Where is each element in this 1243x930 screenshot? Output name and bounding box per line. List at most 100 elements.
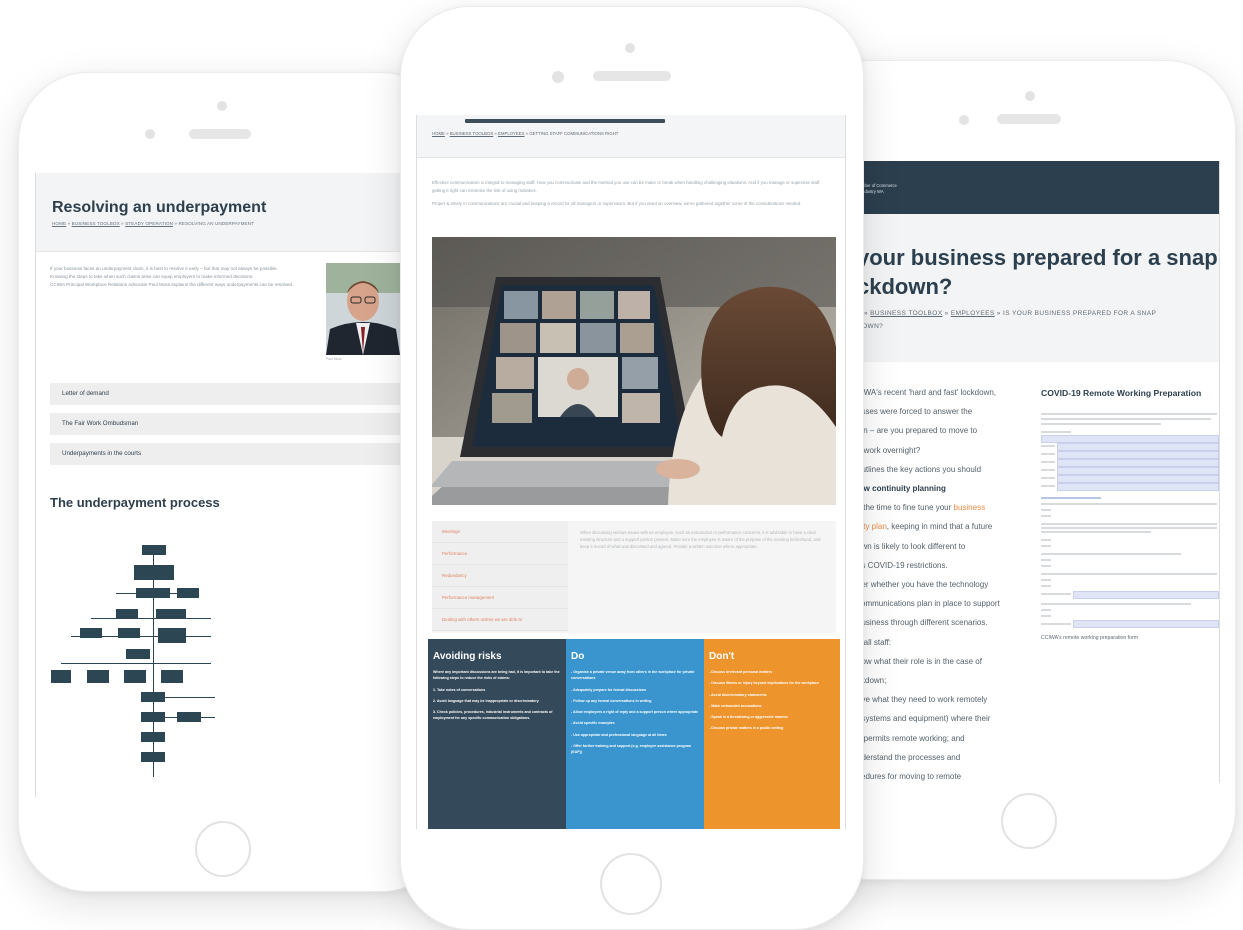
column-item: Where any important discussions are bein… <box>433 670 560 681</box>
article-line: s the time to fine tune your business <box>857 503 986 513</box>
article-line: e all staff: <box>857 637 892 647</box>
site-logo[interactable]: ...ber of Commerce ...dustry WA <box>861 183 897 195</box>
flowchart-node <box>118 628 140 638</box>
speaker-grille <box>189 129 251 139</box>
article-body: g WA's recent 'hard and fast' lockdown, e… <box>857 383 1025 783</box>
guidance-column-do: Do - Organise a private venue away from o… <box>566 639 704 829</box>
article-line: ion – are you prepared to move to <box>857 426 978 436</box>
flowchart-node <box>161 670 183 683</box>
section-heading: The underpayment process <box>50 495 220 510</box>
breadcrumb-current: » IS YOUR BUSINESS PREPARED FOR A SNAP <box>994 310 1157 317</box>
screen-underpayment-page: Resolving an underpayment HOME » BUSINES… <box>35 173 432 797</box>
column-heading: Don't <box>709 651 735 662</box>
tab-content: When discussing serious issues with an e… <box>580 530 821 549</box>
column-text: - Organise a private venue away from oth… <box>571 669 699 761</box>
flowchart-node <box>134 565 174 580</box>
page-title: Resolving an underpayment <box>52 199 267 216</box>
camera-dot <box>1025 91 1035 101</box>
column-item: 2. Avoid language that may be inappropri… <box>433 698 539 703</box>
accordion-item-fair-work-ombudsman[interactable]: The Fair Work Ombudsman <box>50 413 430 435</box>
flowchart-node <box>177 712 201 722</box>
tab-performance-management[interactable]: Performance management <box>432 587 568 609</box>
flowchart-node <box>156 609 186 619</box>
intro-paragraph: Effective communication is integral to m… <box>432 180 821 193</box>
continuity-plan-link[interactable]: business <box>954 503 986 512</box>
screen-staff-communications-page: HOME » BUSINESS TOOLBOX » EMPLOYEES » GE… <box>416 115 846 829</box>
form-preview-image[interactable] <box>1041 411 1219 629</box>
tab-label: Dealing with others unless we are able t… <box>442 617 523 622</box>
breadcrumb-toolbox-link[interactable]: BUSINESS TOOLBOX <box>870 310 942 317</box>
column-item: - Speak in a threatening or aggressive m… <box>709 715 788 720</box>
title-line: your business prepared for a snap <box>857 245 1218 270</box>
tab-dealing-with-others[interactable]: Dealing with others unless we are able t… <box>432 609 568 631</box>
flowchart-node <box>126 649 150 659</box>
home-button <box>1001 793 1057 849</box>
breadcrumb-current: RESOLVING AN UNDERPAYMENT <box>178 221 255 226</box>
column-item: - Avoid specific examples <box>571 721 615 726</box>
form-title: COVID-19 Remote Working Preparation <box>1041 388 1202 398</box>
breadcrumb-toolbox-link[interactable]: BUSINESS TOOLBOX <box>450 131 494 136</box>
speaker-grille <box>997 114 1061 124</box>
home-button <box>600 853 662 915</box>
accordion-label: The Fair Work Ombudsman <box>62 420 139 427</box>
intro-text: If your business faces an underpayment c… <box>50 265 316 289</box>
phone-mockup-left: Resolving an underpayment HOME » BUSINES… <box>18 72 452 892</box>
tab-meetings[interactable]: Meetings <box>432 521 568 543</box>
flowchart-node <box>141 692 165 702</box>
column-text: - Discuss irrelevant personal matters - D… <box>709 669 837 737</box>
article-line: uity plan, keeping in mind that a future <box>857 522 993 532</box>
form-caption: CCIWA's remote working preparation form <box>1041 635 1139 641</box>
article-line: ave what they need to work remotely <box>857 695 988 705</box>
page-header: HOME » BUSINESS TOOLBOX » EMPLOYEES » GE… <box>417 115 845 158</box>
speaker-grille <box>593 71 671 81</box>
accordion-item-underpayments-courts[interactable]: Underpayments in the courts <box>50 443 430 465</box>
tab-label: Performance management <box>442 595 494 600</box>
article-line: , systems and equipment) where their <box>857 714 991 724</box>
screen-snap-lockdown-page: ...ber of Commerce ...dustry WA your bus… <box>857 161 1220 783</box>
flowchart-node <box>51 670 71 683</box>
column-item: - Adequately prepare for formal discussi… <box>571 687 647 692</box>
tab-label: Meetings <box>442 529 460 534</box>
breadcrumb-home-link[interactable]: HOME <box>52 221 66 226</box>
accordion-item-letter-of-demand[interactable]: Letter of demand <box>50 383 430 405</box>
article-line: us COVID-19 restrictions. <box>857 560 948 570</box>
intro-paragraph: Knowing the steps to take when such clai… <box>50 274 254 279</box>
intro-paragraph: CCIWA Principal Workplace Relations Advo… <box>50 282 294 287</box>
column-item: - Make unfounded accusations <box>709 703 762 708</box>
flowchart-node <box>142 545 166 555</box>
intro-paragraph: Proper & timely in communications are cr… <box>432 201 802 206</box>
breadcrumb-home-link[interactable]: HOME <box>432 131 445 136</box>
flowchart-node <box>141 732 165 742</box>
flowchart-node <box>136 588 170 598</box>
breadcrumb-section-link[interactable]: STEADY OPERATION <box>125 221 173 226</box>
guidance-columns: Avoiding risks Where any important discus… <box>428 639 840 829</box>
video-call-photo <box>432 237 836 505</box>
tab-performance[interactable]: Performance <box>432 543 568 565</box>
article-line: now what their role is in the case of <box>857 656 982 666</box>
column-item: - Avoid discriminatory statements <box>709 692 767 697</box>
article-line: business through different scenarios. <box>857 618 988 628</box>
flowchart-node <box>116 609 138 619</box>
tab-redundancy[interactable]: Redundancy <box>432 565 568 587</box>
article-line: own is likely to look different to <box>857 541 966 551</box>
flowchart-node <box>87 670 109 683</box>
article-line: g WA's recent 'hard and fast' lockdown, <box>857 388 997 397</box>
site-navbar: ...ber of Commerce ...dustry WA <box>857 161 1219 214</box>
column-item: - Discuss illness or injury beyond impli… <box>709 681 820 686</box>
breadcrumb-toolbox-link[interactable]: BUSINESS TOOLBOX <box>72 221 120 226</box>
column-heading: Avoiding risks <box>433 651 502 662</box>
photo-caption: Paul Moss <box>326 357 342 361</box>
accordion-label: Letter of demand <box>62 390 109 397</box>
camera-dot <box>552 71 564 83</box>
breadcrumb-section-link[interactable]: EMPLOYEES <box>498 131 525 136</box>
breadcrumb: HOME » BUSINESS TOOLBOX » EMPLOYEES » GE… <box>432 131 618 136</box>
column-item: - Follow up any formal conversations in … <box>571 698 652 703</box>
flowchart-node <box>158 628 186 643</box>
breadcrumb-employees-link[interactable]: EMPLOYEES <box>951 310 995 317</box>
tabbed-panel: Meetings Performance Redundancy Performa… <box>432 521 836 633</box>
breadcrumb: HOME » BUSINESS TOOLBOX » STEADY OPERATI… <box>52 221 254 226</box>
article-line: cedures for moving to remote <box>857 772 962 782</box>
page-title: your business prepared for a snap ckdown… <box>857 243 1219 301</box>
column-item: 3. Check policies, procedures, industria… <box>433 710 553 721</box>
flowchart-node <box>80 628 102 638</box>
